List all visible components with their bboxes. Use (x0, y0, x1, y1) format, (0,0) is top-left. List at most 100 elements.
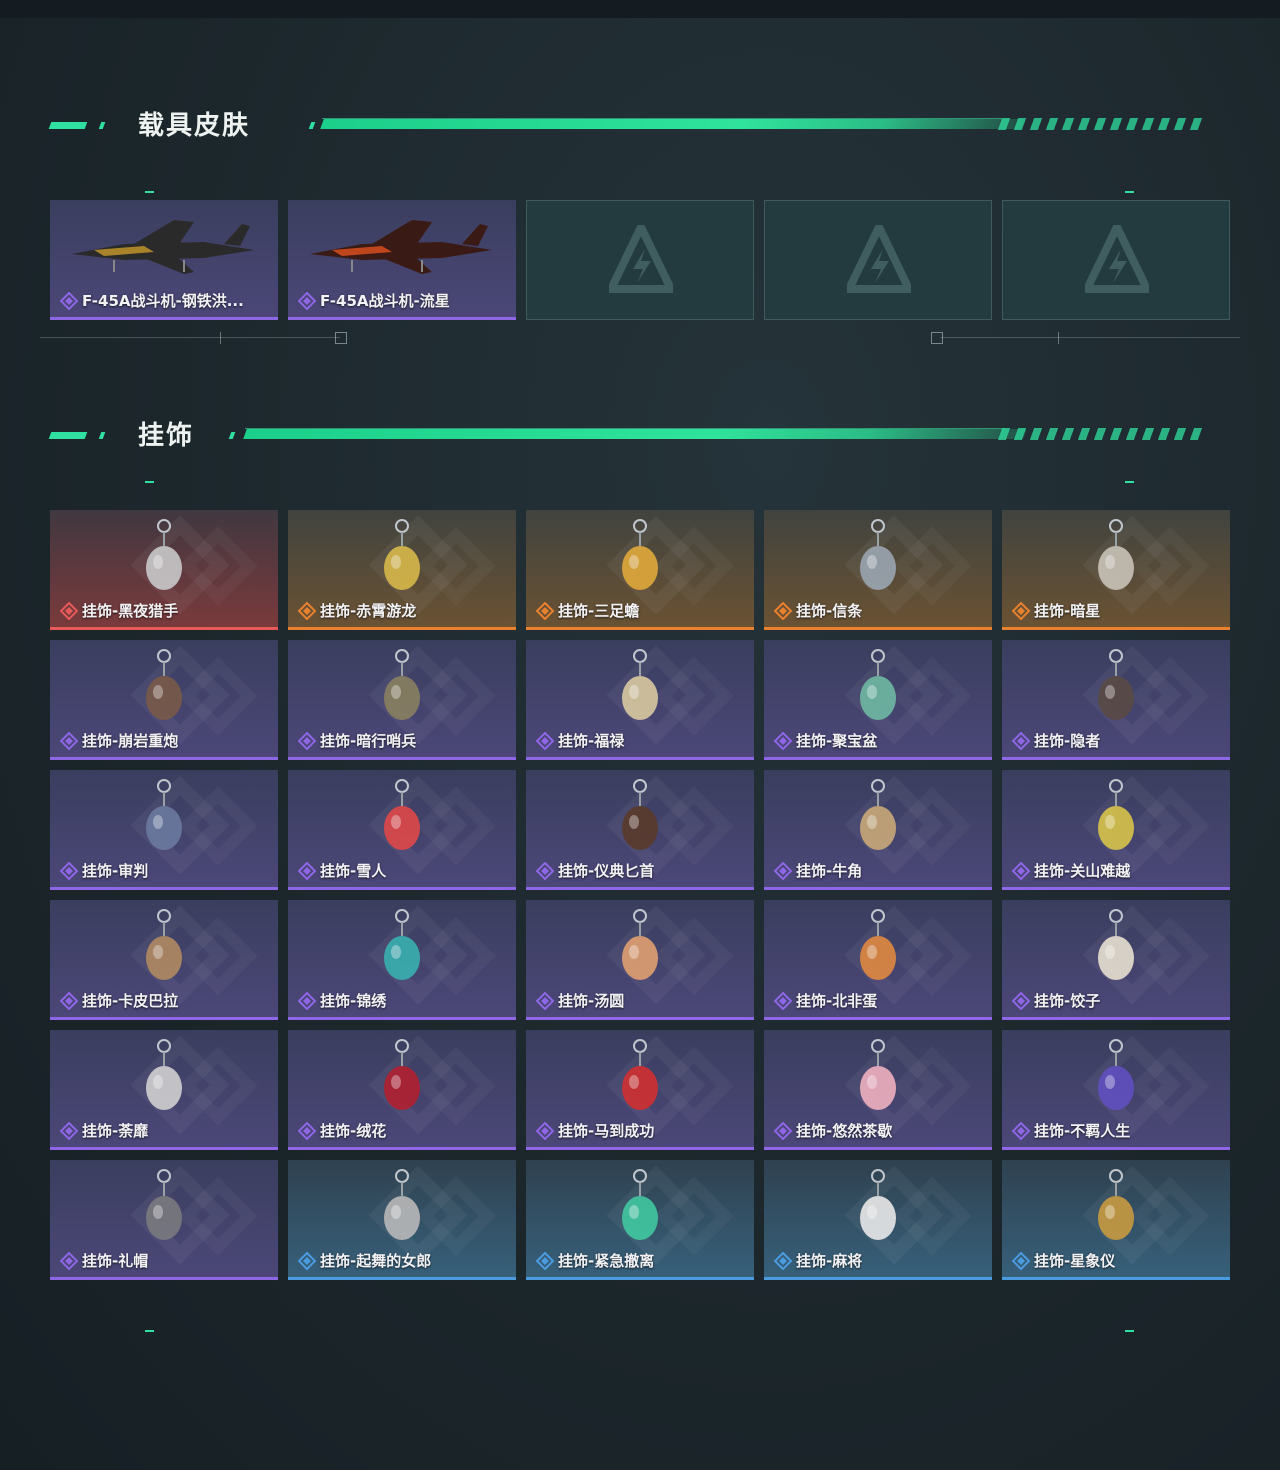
item-label: 挂饰-牛角 (796, 862, 863, 880)
pendant-card[interactable]: 挂饰-饺子 (1002, 900, 1230, 1020)
pendant-card[interactable]: 挂饰-信条 (764, 510, 992, 630)
header-dash (98, 432, 106, 439)
pendant-card[interactable]: 挂饰-隐者 (1002, 640, 1230, 760)
rarity-diamond-icon (774, 731, 792, 750)
pendant-card[interactable]: 挂饰-不羁人生 (1002, 1030, 1230, 1150)
pendant-charm-icon (384, 1169, 420, 1240)
rarity-diamond-icon (536, 1251, 554, 1270)
pendant-card[interactable]: 挂饰-暗星 (1002, 510, 1230, 630)
header-dash (48, 122, 88, 129)
rarity-diamond-icon (536, 991, 554, 1010)
pendant-card[interactable]: 挂饰-三足蟾 (526, 510, 754, 630)
empty-skin-slot[interactable] (526, 200, 754, 320)
item-label: 挂饰-赤霄游龙 (320, 602, 417, 620)
pendant-card[interactable]: 挂饰-暗行哨兵 (288, 640, 516, 760)
rarity-diamond-icon (536, 1121, 554, 1140)
card-label-row: 挂饰-关山难越 (1012, 860, 1130, 881)
pendant-card[interactable]: 挂饰-绒花 (288, 1030, 516, 1150)
rarity-diamond-icon (536, 861, 554, 880)
pendant-charm-icon (622, 1169, 658, 1240)
header-checker (997, 428, 1203, 440)
pendant-card[interactable]: 挂饰-牛角 (764, 770, 992, 890)
pendant-card[interactable]: 挂饰-悠然茶歇 (764, 1030, 992, 1150)
rarity-diamond-icon (774, 1121, 792, 1140)
pendant-charm-icon (384, 1039, 420, 1110)
section-title: 挂饰 (138, 421, 195, 451)
placeholder-logo-icon (1085, 225, 1149, 293)
pendants-header: 挂饰 (48, 420, 1203, 460)
card-label-row: 挂饰-马到成功 (536, 1120, 654, 1141)
pendant-charm-icon (384, 909, 420, 980)
pendant-card[interactable]: 挂饰-紧急撤离 (526, 1160, 754, 1280)
item-label: 挂饰-卡皮巴拉 (82, 992, 179, 1010)
item-label: 挂饰-绒花 (320, 1122, 387, 1140)
corner-tick (1125, 481, 1134, 483)
item-label: 挂饰-礼帽 (82, 1252, 149, 1270)
card-label-row: 挂饰-三足蟾 (536, 600, 639, 621)
empty-skin-slot[interactable] (764, 200, 992, 320)
pendant-card[interactable]: 挂饰-雪人 (288, 770, 516, 890)
pendant-card[interactable]: 挂饰-麻将 (764, 1160, 992, 1280)
pendant-card[interactable]: 挂饰-崩岩重炮 (50, 640, 278, 760)
empty-skin-slot[interactable] (1002, 200, 1230, 320)
card-label-row: F-45A战斗机-流星 (298, 290, 450, 311)
header-dash (308, 122, 316, 129)
corner-tick (1125, 191, 1134, 193)
pendant-card[interactable]: 挂饰-起舞的女郎 (288, 1160, 516, 1280)
rarity-diamond-icon (536, 601, 554, 620)
pendant-card[interactable]: 挂饰-星象仪 (1002, 1160, 1230, 1280)
item-label: 挂饰-仪典匕首 (558, 862, 655, 880)
rarity-diamond-icon (1012, 991, 1030, 1010)
card-label-row: 挂饰-北非蛋 (774, 990, 877, 1011)
rarity-diamond-icon (60, 601, 78, 620)
jet-fighter-icon (310, 220, 492, 274)
pendant-charm-icon (622, 779, 658, 850)
pendant-charm-icon (146, 1039, 182, 1110)
pendant-charm-icon (1098, 779, 1134, 850)
pendant-card[interactable]: 挂饰-福禄 (526, 640, 754, 760)
pendant-charm-icon (860, 1169, 896, 1240)
header-progress-line (320, 119, 1024, 129)
pendant-card[interactable]: 挂饰-赤霄游龙 (288, 510, 516, 630)
pendant-card[interactable]: 挂饰-马到成功 (526, 1030, 754, 1150)
pendant-charm-icon (860, 519, 896, 590)
card-label-row: 挂饰-仪典匕首 (536, 860, 654, 881)
section-title: 载具皮肤 (138, 111, 251, 141)
pendant-card[interactable]: 挂饰-黑夜猎手 (50, 510, 278, 630)
card-label-row: 挂饰-黑夜猎手 (60, 600, 178, 621)
item-label: 挂饰-信条 (796, 602, 863, 620)
pendant-card[interactable]: 挂饰-荼靡 (50, 1030, 278, 1150)
card-label-row: 挂饰-暗星 (1012, 600, 1100, 621)
deco-bar (220, 332, 221, 344)
rarity-diamond-icon (60, 731, 78, 750)
pendant-card[interactable]: 挂饰-礼帽 (50, 1160, 278, 1280)
card-label-row: 挂饰-牛角 (774, 860, 862, 881)
item-label: 挂饰-锦绣 (320, 992, 387, 1010)
rarity-diamond-icon (1012, 731, 1030, 750)
vehicle-skins-grid: F-45A战斗机-钢铁洪... F-45A战斗机-流星 (50, 200, 1230, 320)
rarity-diamond-icon (774, 1251, 792, 1270)
item-label: F-45A战斗机-钢铁洪... (82, 292, 244, 310)
vehicle-skin-card[interactable]: F-45A战斗机-钢铁洪... (50, 200, 278, 320)
pendant-card[interactable]: 挂饰-关山难越 (1002, 770, 1230, 890)
pendant-charm-icon (146, 779, 182, 850)
card-label-row: 挂饰-汤圆 (536, 990, 624, 1011)
pendant-card[interactable]: 挂饰-锦绣 (288, 900, 516, 1020)
pendant-card[interactable]: 挂饰-汤圆 (526, 900, 754, 1020)
card-label-row: 挂饰-隐者 (1012, 730, 1100, 751)
pendant-card[interactable]: 挂饰-聚宝盆 (764, 640, 992, 760)
pendant-card[interactable]: 挂饰-北非蛋 (764, 900, 992, 1020)
vehicle-skin-card[interactable]: F-45A战斗机-流星 (288, 200, 516, 320)
header-dash (98, 122, 106, 129)
rarity-diamond-icon (774, 601, 792, 620)
header-progress-line (243, 429, 1027, 439)
card-label-row: 挂饰-信条 (774, 600, 862, 621)
card-label-row: 挂饰-审判 (60, 860, 148, 881)
rarity-diamond-icon (1012, 601, 1030, 620)
pendant-card[interactable]: 挂饰-卡皮巴拉 (50, 900, 278, 1020)
vehicle-skins-header: 载具皮肤 (48, 110, 1203, 150)
pendant-card[interactable]: 挂饰-审判 (50, 770, 278, 890)
card-label-row: 挂饰-荼靡 (60, 1120, 148, 1141)
pendant-card[interactable]: 挂饰-仪典匕首 (526, 770, 754, 890)
card-label-row: 挂饰-起舞的女郎 (298, 1250, 431, 1271)
